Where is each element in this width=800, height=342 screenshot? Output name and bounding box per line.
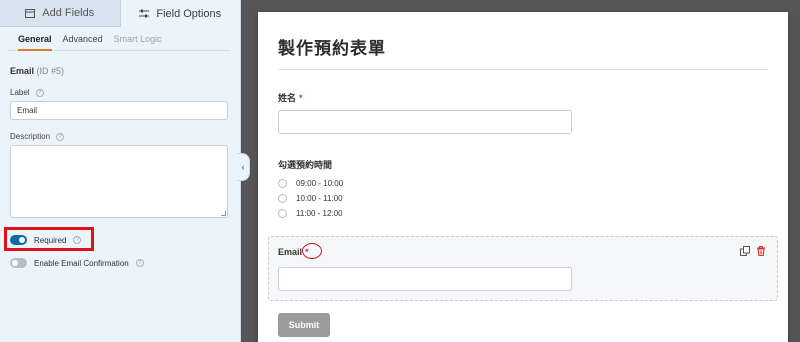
chevron-left-icon: ‹ (241, 162, 245, 172)
time-option-label: 10:00 - 11:00 (296, 194, 343, 203)
sub-tab-advanced[interactable]: Advanced (63, 27, 103, 51)
label-input[interactable]: Email (10, 101, 228, 120)
submit-button[interactable]: Submit (278, 313, 330, 337)
time-option-label: 11:00 - 12:00 (296, 209, 343, 218)
description-caption-row: Description ? (10, 132, 230, 141)
asterisk-circle-annotation (302, 243, 322, 259)
collapse-sidebar-handle[interactable]: ‹ (237, 153, 250, 181)
time-field-label[interactable]: 勾選預約時間 (278, 158, 332, 171)
form-preview: 製作預約表單 姓名 * 勾選預約時間 09:00 - 10:00 10:00 - … (258, 12, 788, 342)
trash-icon[interactable] (756, 246, 766, 256)
help-icon[interactable]: ? (35, 88, 44, 97)
help-icon[interactable]: ? (135, 259, 144, 267)
description-caption: Description (10, 132, 51, 141)
label-caption-row: Label ? (10, 88, 230, 97)
field-name: Email (10, 66, 35, 76)
tab-field-options-label: Field Options (156, 7, 222, 20)
name-input[interactable] (278, 110, 572, 134)
tab-add-fields[interactable]: Add Fields (0, 0, 121, 27)
email-input[interactable] (278, 267, 572, 291)
sub-tabs: General Advanced Smart Logic (8, 27, 230, 51)
resize-grip-icon[interactable] (221, 211, 226, 216)
time-option[interactable]: 09:00 - 10:00 (278, 179, 343, 188)
radio-button[interactable] (278, 179, 287, 188)
email-label-text: Email (278, 247, 303, 257)
list-icon (25, 8, 36, 18)
time-option[interactable]: 10:00 - 11:00 (278, 194, 343, 203)
sidebar-top-tabs: Add Fields Field Options (0, 0, 240, 27)
field-id: (ID #5) (36, 66, 65, 76)
tab-add-fields-label: Add Fields (42, 7, 95, 19)
sliders-icon (139, 9, 150, 18)
title-divider (278, 69, 768, 70)
label-caption: Label (10, 88, 30, 97)
name-label-text: 姓名 (278, 93, 297, 103)
tab-field-options[interactable]: Field Options (120, 0, 240, 27)
time-option-label: 09:00 - 10:00 (296, 179, 344, 188)
email-confirmation-toggle[interactable] (10, 258, 27, 268)
description-textarea[interactable] (10, 145, 228, 218)
email-confirmation-toggle-row[interactable]: Enable Email Confirmation ? (10, 258, 144, 268)
sub-tab-smart-logic[interactable]: Smart Logic (114, 27, 162, 51)
field-options-sidebar: Add Fields Field Options General Advance… (0, 0, 241, 342)
name-field-label[interactable]: 姓名 * (278, 91, 303, 104)
required-asterisk: * (299, 93, 303, 103)
required-highlight-annotation (4, 227, 94, 251)
help-icon[interactable]: ? (56, 132, 65, 141)
radio-button[interactable] (278, 194, 287, 203)
duplicate-icon[interactable] (740, 246, 750, 256)
email-confirmation-label: Enable Email Confirmation (34, 258, 129, 268)
radio-button[interactable] (278, 209, 287, 218)
field-title: Email (ID #5) (10, 66, 230, 76)
time-option[interactable]: 11:00 - 12:00 (278, 209, 343, 218)
sub-tab-general[interactable]: General (18, 27, 52, 51)
form-title: 製作預約表單 (278, 39, 386, 58)
